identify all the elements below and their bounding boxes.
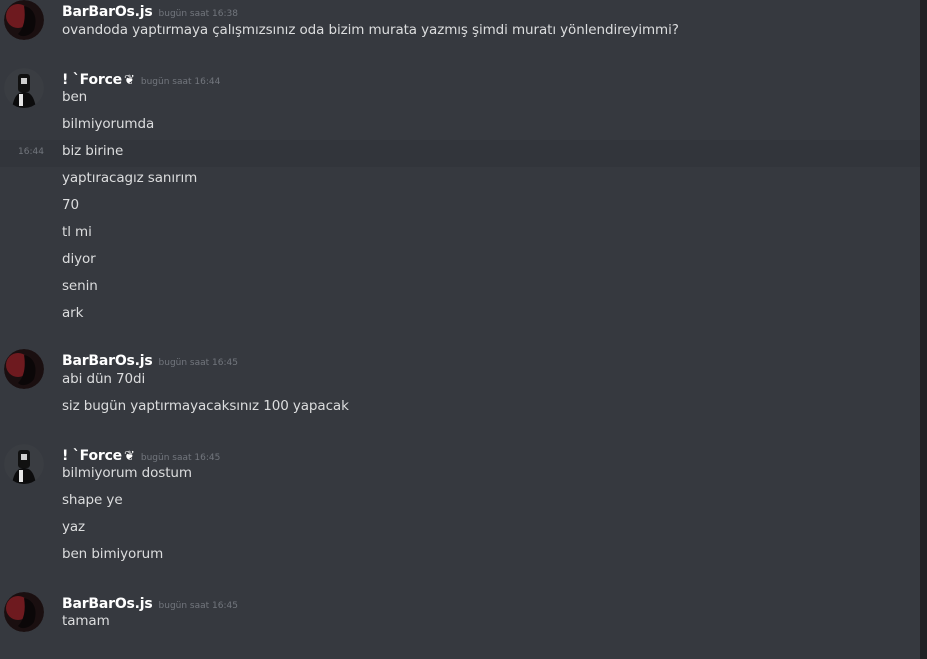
message-line: tamam: [0, 610, 920, 637]
message-timestamp: bugün saat 16:45: [158, 358, 238, 368]
message-header: BarBarOs.js bugün saat 16:38: [62, 1, 238, 20]
message-line: yaptıracagız sanırım: [0, 167, 920, 194]
message-line: ovandoda yaptırmaya çalışmızsınız oda bi…: [0, 19, 920, 46]
message-text: yaptıracagız sanırım: [62, 170, 198, 186]
message-line: siz bugün yaptırmayacaksınız 100 yapacak: [0, 395, 920, 422]
message-line: senin: [0, 275, 920, 302]
message-line: 70: [0, 194, 920, 221]
message-text: tl mi: [62, 224, 92, 240]
message-line: diyor: [0, 248, 920, 275]
message-text: bilmiyorumda: [62, 116, 155, 132]
message-text: yaz: [62, 519, 86, 535]
message-text: ovandoda yaptırmaya çalışmızsınız oda bi…: [62, 22, 679, 38]
hover-timestamp: 16:44: [18, 147, 44, 157]
message-text: bilmiyorum dostum: [62, 465, 192, 481]
message-header: ! `Force ❦ bugün saat 16:45: [62, 445, 220, 464]
chat-messages-area: BarBarOs.js bugün saat 16:38 ovandoda yap…: [0, 0, 920, 659]
message-line: shape ye: [0, 489, 920, 516]
message-text: shape ye: [62, 492, 123, 508]
message-text: tamam: [62, 613, 110, 629]
message-line: tl mi: [0, 221, 920, 248]
message-text: abi dün 70di: [62, 371, 146, 387]
message-line: abi dün 70di: [0, 368, 920, 395]
message-line: bilmiyorum dostum: [0, 462, 920, 489]
message-line: ark: [0, 302, 920, 329]
message-line: yaz: [0, 516, 920, 543]
scrollbar[interactable]: [920, 0, 927, 659]
message-text: biz birine: [62, 143, 124, 159]
message-line: ben bimiyorum: [0, 543, 920, 570]
message-header: BarBarOs.js bugün saat 16:45: [62, 350, 238, 369]
message-line: bilmiyorumda: [0, 113, 920, 140]
message-text: ben bimiyorum: [62, 546, 164, 562]
message-timestamp: bugün saat 16:38: [158, 9, 238, 19]
message-text: senin: [62, 278, 98, 294]
message-text: siz bugün yaptırmayacaksınız 100 yapacak: [62, 398, 349, 414]
message-text: 70: [62, 197, 79, 213]
username[interactable]: BarBarOs.js: [62, 4, 153, 20]
message-text: ben: [62, 89, 88, 105]
message-header: ! `Force ❦ bugün saat 16:44: [62, 69, 220, 88]
message-line: ben: [0, 86, 920, 113]
message-text: ark: [62, 305, 84, 321]
message-text: diyor: [62, 251, 96, 267]
message-header: BarBarOs.js bugün saat 16:45: [62, 593, 238, 612]
message-line-hovered[interactable]: 16:44 biz birine: [0, 140, 920, 167]
username[interactable]: BarBarOs.js: [62, 353, 153, 369]
